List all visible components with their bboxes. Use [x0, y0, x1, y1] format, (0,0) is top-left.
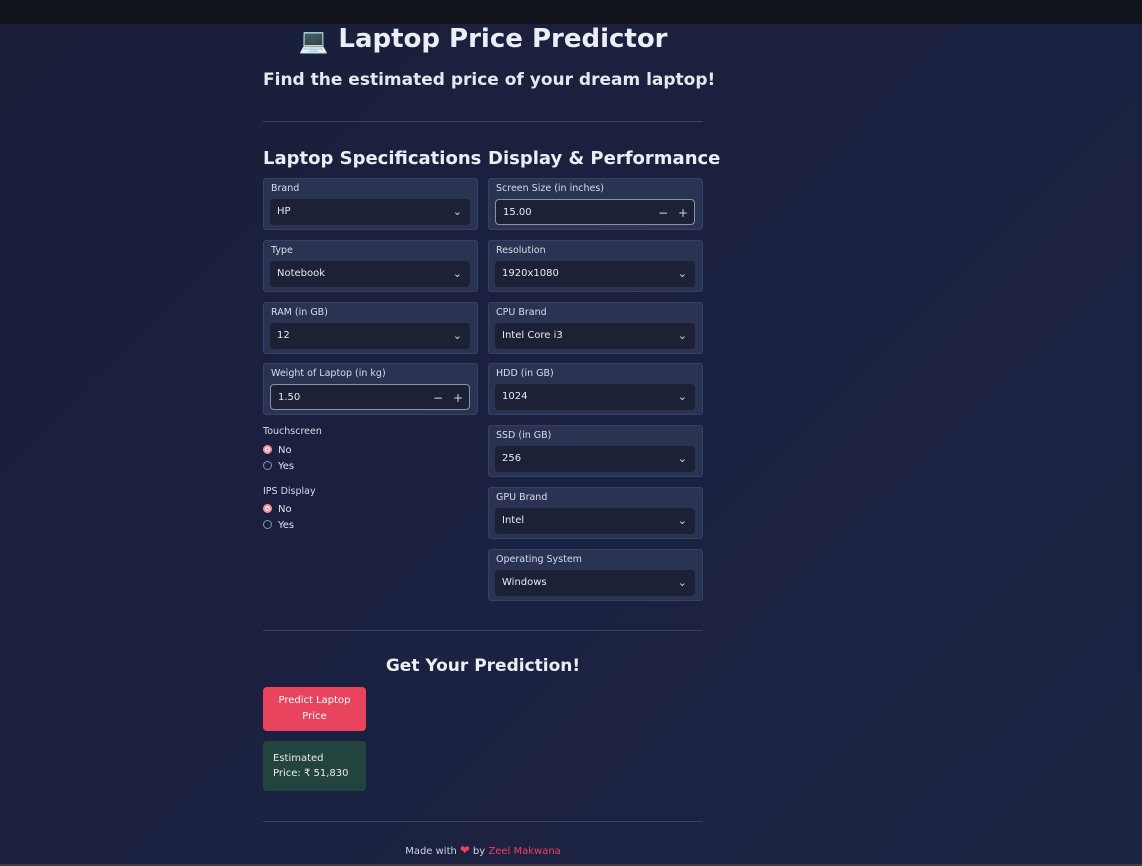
ssd-field: SSD (in GB) 256 ⌄: [488, 425, 703, 477]
ips-option-no-label: No: [278, 504, 292, 515]
chevron-down-icon: ⌄: [677, 576, 687, 589]
type-field: Type Notebook ⌄: [263, 240, 478, 292]
screen-size-label: Screen Size (in inches): [496, 183, 604, 194]
radio-unselected-icon: [263, 461, 272, 470]
chevron-down-icon: ⌄: [452, 205, 462, 218]
ssd-label: SSD (in GB): [496, 430, 552, 441]
radio-selected-icon: [263, 504, 272, 513]
chevron-down-icon: ⌄: [677, 390, 687, 403]
page-title: 💻 Laptop Price Predictor: [263, 24, 703, 55]
ips-display-label: IPS Display: [263, 486, 316, 497]
type-value: Notebook: [277, 268, 326, 279]
touchscreen-option-no-label: No: [278, 445, 292, 456]
chevron-down-icon: ⌄: [452, 267, 462, 280]
touchscreen-label: Touchscreen: [263, 426, 322, 437]
prediction-result: Estimated Price: ₹ 51,830: [263, 741, 366, 791]
brand-label: Brand: [271, 183, 300, 194]
cpu-brand-field: CPU Brand Intel Core i3 ⌄: [488, 302, 703, 354]
weight-label: Weight of Laptop (in kg): [271, 368, 386, 379]
laptop-icon: 💻: [298, 27, 329, 55]
os-select[interactable]: Windows ⌄: [495, 570, 695, 596]
brand-value: HP: [277, 206, 291, 217]
divider-top: [263, 121, 703, 122]
gpu-brand-label: GPU Brand: [496, 492, 548, 503]
predict-button-line1: Predict Laptop: [278, 695, 351, 706]
resolution-label: Resolution: [496, 245, 546, 256]
weight-value: 1.50: [278, 392, 301, 403]
type-label: Type: [271, 245, 293, 256]
chevron-down-icon: ⌄: [677, 329, 687, 342]
ram-select[interactable]: 12 ⌄: [270, 323, 470, 349]
weight-field: Weight of Laptop (in kg) 1.50 − +: [263, 363, 478, 415]
ips-option-no[interactable]: No: [263, 503, 292, 517]
right-column-heading: Display & Performance: [488, 148, 721, 169]
resolution-value: 1920x1080: [502, 268, 559, 279]
result-line1: Estimated: [273, 753, 324, 764]
ram-label: RAM (in GB): [271, 307, 328, 318]
weight-increment-button[interactable]: +: [453, 385, 463, 411]
left-column-heading: Laptop Specifications: [263, 148, 482, 169]
cpu-brand-value: Intel Core i3: [502, 330, 563, 341]
page-subtitle: Find the estimated price of your dream l…: [263, 70, 716, 90]
os-value: Windows: [502, 577, 547, 588]
ram-field: RAM (in GB) 12 ⌄: [263, 302, 478, 354]
page-title-text: Laptop Price Predictor: [338, 24, 668, 54]
gpu-brand-select[interactable]: Intel ⌄: [495, 508, 695, 534]
footer-made-with: Made with: [405, 846, 457, 857]
radio-selected-icon: [263, 445, 272, 454]
type-select[interactable]: Notebook ⌄: [270, 261, 470, 287]
divider-bottom: [263, 821, 703, 822]
screen-size-field: Screen Size (in inches) 15.00 − +: [488, 178, 703, 230]
weight-input[interactable]: 1.50 − +: [270, 384, 470, 410]
chevron-down-icon: ⌄: [677, 514, 687, 527]
hdd-select[interactable]: 1024 ⌄: [495, 384, 695, 410]
screen-size-value: 15.00: [503, 207, 532, 218]
screen-size-input[interactable]: 15.00 − +: [495, 199, 695, 225]
ram-value: 12: [277, 330, 290, 341]
ssd-value: 256: [502, 453, 522, 464]
hdd-value: 1024: [502, 391, 528, 402]
brand-field: Brand HP ⌄: [263, 178, 478, 230]
screen-size-increment-button[interactable]: +: [678, 200, 688, 226]
result-line2: Price: ₹ 51,830: [273, 768, 349, 779]
heart-icon: ❤: [459, 843, 470, 857]
ssd-select[interactable]: 256 ⌄: [495, 446, 695, 472]
footer-by: by: [472, 846, 486, 857]
divider-middle: [263, 630, 703, 631]
ips-option-yes-label: Yes: [278, 520, 295, 531]
prediction-heading: Get Your Prediction!: [385, 656, 581, 676]
browser-top-bar: [0, 0, 1142, 24]
gpu-brand-value: Intel: [502, 515, 525, 526]
touchscreen-option-yes-label: Yes: [278, 461, 295, 472]
os-field: Operating System Windows ⌄: [488, 549, 703, 601]
os-label: Operating System: [496, 554, 582, 565]
predict-button-line2: Price: [302, 711, 327, 722]
touchscreen-option-yes[interactable]: Yes: [263, 460, 294, 474]
chevron-down-icon: ⌄: [677, 267, 687, 280]
touchscreen-option-no[interactable]: No: [263, 444, 292, 458]
gpu-brand-field: GPU Brand Intel ⌄: [488, 487, 703, 539]
hdd-label: HDD (in GB): [496, 368, 554, 379]
footer: Made with ❤ by Zeel Makwana: [263, 843, 703, 857]
cpu-brand-select[interactable]: Intel Core i3 ⌄: [495, 323, 695, 349]
ips-option-yes[interactable]: Yes: [263, 519, 294, 533]
cpu-brand-label: CPU Brand: [496, 307, 547, 318]
screen-size-decrement-button[interactable]: −: [658, 200, 668, 226]
predict-button[interactable]: Predict Laptop Price: [263, 687, 366, 731]
hdd-field: HDD (in GB) 1024 ⌄: [488, 363, 703, 415]
chevron-down-icon: ⌄: [452, 329, 462, 342]
weight-decrement-button[interactable]: −: [433, 385, 443, 411]
brand-select[interactable]: HP ⌄: [270, 199, 470, 225]
resolution-field: Resolution 1920x1080 ⌄: [488, 240, 703, 292]
resolution-select[interactable]: 1920x1080 ⌄: [495, 261, 695, 287]
chevron-down-icon: ⌄: [677, 452, 687, 465]
author-link[interactable]: Zeel Makwana: [488, 846, 560, 857]
radio-unselected-icon: [263, 520, 272, 529]
